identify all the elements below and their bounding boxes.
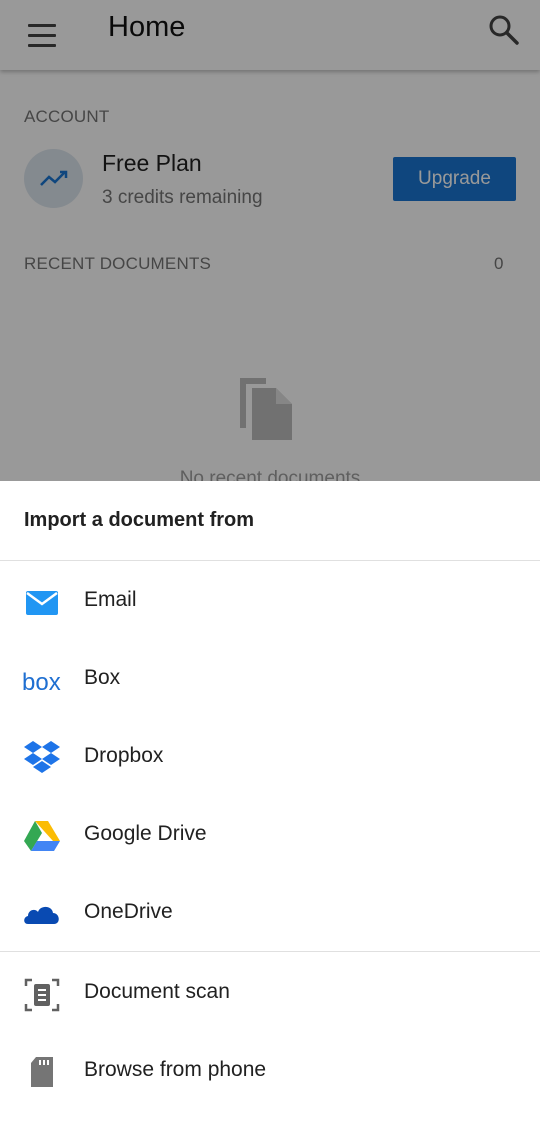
google-drive-logo-icon bbox=[22, 819, 62, 851]
import-browse-phone[interactable]: Browse from phone bbox=[0, 1032, 540, 1110]
import-source-email[interactable]: Email bbox=[0, 562, 540, 640]
box-logo-icon: box bbox=[22, 663, 62, 696]
import-source-onedrive[interactable]: OneDrive bbox=[0, 874, 540, 952]
import-source-label: Google Drive bbox=[84, 822, 207, 845]
divider bbox=[0, 560, 540, 561]
dropbox-logo-icon bbox=[22, 741, 62, 773]
divider bbox=[0, 951, 540, 952]
email-icon bbox=[22, 585, 62, 617]
import-source-label: Box bbox=[84, 666, 121, 689]
svg-text:box: box bbox=[22, 669, 61, 695]
import-source-google-drive[interactable]: Google Drive bbox=[0, 796, 540, 874]
document-scan-icon bbox=[22, 977, 62, 1012]
import-source-box[interactable]: box Box bbox=[0, 640, 540, 718]
import-source-label: Browse from phone bbox=[84, 1058, 267, 1081]
import-source-dropbox[interactable]: Dropbox bbox=[0, 718, 540, 796]
sd-card-icon bbox=[22, 1055, 62, 1087]
import-source-label: Email bbox=[84, 588, 137, 611]
onedrive-logo-icon bbox=[22, 897, 62, 929]
import-bottom-sheet: Import a document from Email box Box Dro… bbox=[0, 481, 540, 1131]
sheet-title: Import a document from bbox=[24, 509, 255, 531]
import-source-label: Document scan bbox=[84, 980, 230, 1003]
import-source-label: Dropbox bbox=[84, 744, 164, 767]
import-source-label: OneDrive bbox=[84, 900, 173, 923]
import-document-scan[interactable]: Document scan bbox=[0, 954, 540, 1032]
